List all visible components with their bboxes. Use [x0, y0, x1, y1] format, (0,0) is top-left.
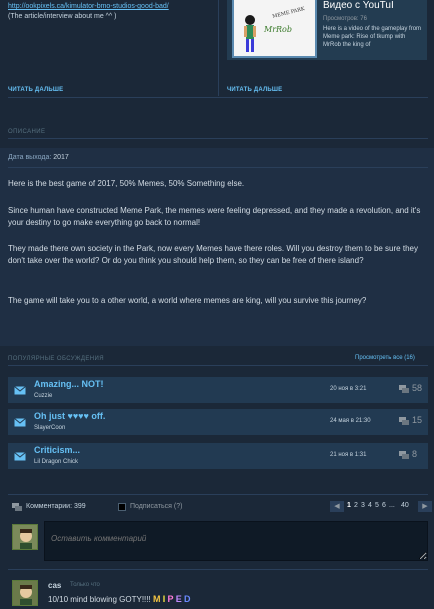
- discussion-author: SlayerCoon: [34, 425, 66, 431]
- release-date-value: 2017: [53, 154, 69, 161]
- discussion-author: Lil Dragon Chick: [34, 459, 79, 465]
- article-subtitle: (The article/interview about me ^^ ): [8, 13, 117, 20]
- emoticon-p: P: [167, 594, 174, 604]
- release-divider: [8, 167, 428, 168]
- comment-body: 10/10 mind blowing GOTY!!!!: [48, 595, 151, 604]
- article-link[interactable]: http://ookpixels.ca/kimulator-bmo-studio…: [8, 3, 169, 10]
- discussion-reply-count: 8: [412, 449, 418, 459]
- discussion-author: Cuzzie: [34, 393, 53, 399]
- comment-bubble-icon: [399, 451, 409, 459]
- discussion-date: 20 ноя в 3:21: [330, 386, 367, 392]
- discussion-title[interactable]: Criticism...: [34, 445, 80, 455]
- comments-divider: [8, 494, 428, 495]
- pager-page[interactable]: 4: [368, 502, 372, 509]
- discussion-row[interactable]: Criticism... Lil Dragon Chick 21 ноя в 1…: [8, 443, 428, 469]
- description-paragraph: Here is the best game of 2017, 50% Memes…: [8, 179, 245, 188]
- discussion-row[interactable]: Amazing... NOT! Cuzzie 20 ноя в 3:21 58: [8, 377, 428, 403]
- read-more-link-right[interactable]: ЧИТАТЬ ДАЛЬШЕ: [227, 87, 282, 93]
- emoticon-d: D: [183, 594, 191, 604]
- comments-icon: [12, 503, 22, 511]
- thumbnail-caption-main: MrRob: [264, 25, 292, 34]
- emoticon-m: M: [152, 594, 161, 604]
- video-card-title: Видео с YouTuI: [323, 0, 394, 11]
- emoticon-e: E: [175, 594, 182, 604]
- youtube-video-card[interactable]: MEME PARK MrRob Видео с YouTuI Просмотро…: [227, 0, 427, 60]
- pager-page[interactable]: 6: [382, 502, 386, 509]
- comment-bubble-icon: [399, 385, 409, 393]
- pager-page[interactable]: 40: [401, 502, 409, 509]
- discussion-reply-count: 15: [412, 415, 423, 425]
- envelope-icon: [14, 418, 26, 427]
- release-date-key: Дата выхода:: [8, 154, 52, 161]
- envelope-icon: [14, 386, 26, 395]
- discussion-row[interactable]: Oh just ♥♥♥♥ off. SlayerCoon 24 мая в 21…: [8, 409, 428, 435]
- discussion-reply-count: 58: [412, 383, 423, 393]
- comment-input[interactable]: [44, 521, 428, 561]
- pager-page[interactable]: 5: [375, 502, 379, 509]
- comment-list-divider: [8, 569, 428, 570]
- pager-ellipsis: ...: [389, 502, 395, 509]
- column-divider: [218, 0, 219, 96]
- character-figure-icon: [244, 15, 256, 52]
- avatar-image: [13, 581, 37, 605]
- view-all-discussions-link[interactable]: Просмотреть все (16): [355, 355, 415, 361]
- envelope-icon: [14, 452, 26, 461]
- thumbnail-caption-top: MEME PARK: [271, 6, 306, 20]
- discussions-heading: ПОПУЛЯРНЫЕ ОБСУЖДЕНИЯ: [8, 356, 104, 362]
- description-paragraph: The game will take you to a other world,…: [8, 296, 367, 305]
- emoticon-i: I: [162, 594, 166, 604]
- subscribe-label[interactable]: Подписаться (?): [130, 503, 182, 510]
- description-heading: ОПИСАНИЕ: [8, 129, 46, 135]
- discussions-heading-rule: [8, 365, 428, 366]
- pager-prev-button[interactable]: ◀: [330, 501, 344, 512]
- subscribe-checkbox[interactable]: [118, 503, 126, 511]
- current-user-avatar[interactable]: [12, 524, 38, 550]
- video-description: Here is a video of the gameplay from Mem…: [323, 26, 422, 48]
- comment-bubble-icon: [399, 417, 409, 425]
- avatar-image: [13, 525, 37, 549]
- release-date: Дата выхода: 2017: [8, 154, 69, 161]
- section-divider: [8, 97, 428, 98]
- pager-next-button[interactable]: ▶: [418, 501, 432, 512]
- discussion-title[interactable]: Amazing... NOT!: [34, 379, 104, 389]
- read-more-link-left[interactable]: ЧИТАТЬ ДАЛЬШЕ: [8, 87, 63, 93]
- video-views: Просмотров: 76: [323, 16, 367, 22]
- discussion-date: 21 ноя в 1:31: [330, 452, 367, 458]
- description-heading-rule: [8, 138, 428, 139]
- pager-page[interactable]: 1: [347, 502, 351, 509]
- pager-page[interactable]: 3: [361, 502, 365, 509]
- discussion-title[interactable]: Oh just ♥♥♥♥ off.: [34, 411, 105, 421]
- pager-page[interactable]: 2: [354, 502, 358, 509]
- commenter-avatar[interactable]: [12, 580, 38, 606]
- video-thumbnail[interactable]: MEME PARK MrRob: [232, 0, 317, 58]
- description-paragraph: Since human have constructed Meme Park, …: [8, 206, 421, 227]
- description-paragraph: They made there own society in the Park,…: [8, 244, 418, 265]
- comments-count: Комментарии: 399: [26, 503, 86, 510]
- comment-text: 10/10 mind blowing GOTY!!!! M I P E D: [48, 594, 190, 604]
- comment-time: Только что: [70, 582, 100, 588]
- comments-toolbar: Комментарии: 399 Подписаться (?) ◀ 1 2 3…: [8, 500, 432, 514]
- comment-author[interactable]: cas: [48, 581, 61, 590]
- discussion-date: 24 мая в 21:30: [330, 418, 371, 424]
